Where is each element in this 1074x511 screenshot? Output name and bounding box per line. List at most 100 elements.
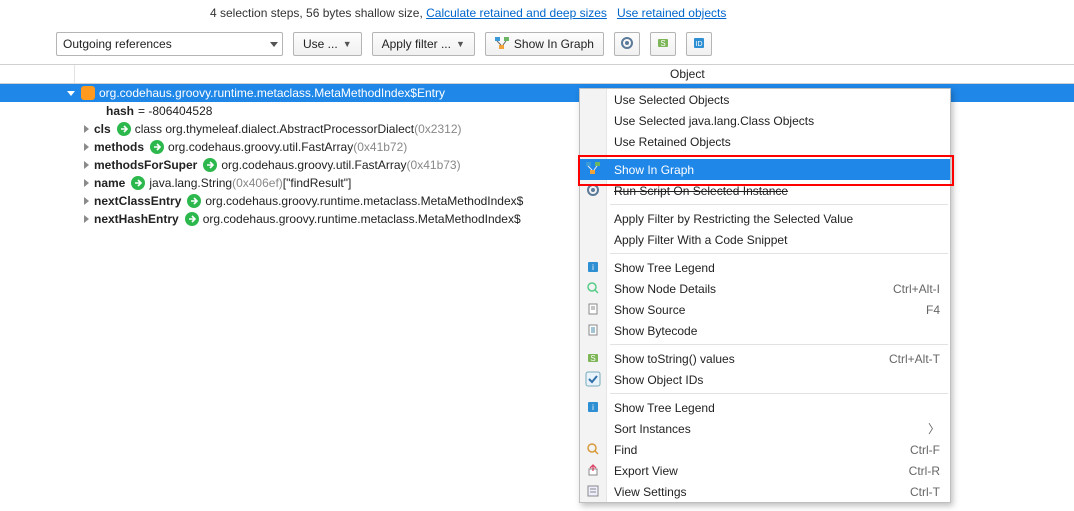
menu-find[interactable]: FindCtrl-F bbox=[580, 439, 950, 460]
menu-run-script[interactable]: Run Script On Selected Instance bbox=[580, 180, 950, 201]
svg-text:i: i bbox=[592, 403, 594, 412]
legend-icon: i bbox=[586, 260, 601, 275]
expand-icon[interactable] bbox=[80, 213, 92, 225]
field-address: (0x2312) bbox=[414, 122, 461, 136]
apply-filter-label: Apply filter ... bbox=[382, 37, 451, 51]
tree-root-label: org.codehaus.groovy.runtime.metaclass.Me… bbox=[99, 86, 445, 100]
menu-show-tree-legend-2[interactable]: i Show Tree Legend bbox=[580, 397, 950, 418]
menu-apply-filter-snippet[interactable]: Apply Filter With a Code Snippet bbox=[580, 229, 950, 250]
object-icon bbox=[81, 86, 95, 100]
menu-show-tree-legend[interactable]: i Show Tree Legend bbox=[580, 257, 950, 278]
find-icon bbox=[586, 442, 601, 457]
object-column-header: Object bbox=[670, 67, 705, 81]
field-name: name bbox=[94, 176, 125, 190]
menu-separator bbox=[610, 393, 948, 394]
expand-icon[interactable] bbox=[80, 159, 92, 171]
menu-use-selected[interactable]: Use Selected Objects bbox=[580, 89, 950, 110]
calc-sizes-link[interactable]: Calculate retained and deep sizes bbox=[426, 6, 607, 20]
tostring-icon: S bbox=[656, 36, 670, 53]
menu-separator bbox=[610, 204, 948, 205]
info-text: 4 selection steps, 56 bytes shallow size… bbox=[210, 6, 426, 20]
source-icon bbox=[586, 302, 601, 317]
reference-combo[interactable]: Outgoing references bbox=[56, 32, 283, 56]
menu-sort-instances[interactable]: Sort Instances〉 bbox=[580, 418, 950, 439]
field-name: methodsForSuper bbox=[94, 158, 197, 172]
use-button-label: Use ... bbox=[303, 37, 338, 51]
tree-header: Object bbox=[0, 64, 1074, 84]
apply-filter-button[interactable]: Apply filter ... ▼ bbox=[372, 32, 475, 56]
objectid-icon-button[interactable]: ID bbox=[686, 32, 712, 56]
toolbar: Outgoing references Use ... ▼ Apply filt… bbox=[0, 30, 1074, 64]
field-extra: ["findResult"] bbox=[283, 176, 352, 190]
field-type: org.codehaus.groovy.runtime.metaclass.Me… bbox=[205, 194, 523, 208]
gear-icon bbox=[620, 36, 634, 53]
field-address: (0x41b72) bbox=[353, 140, 407, 154]
submenu-arrow-icon: 〉 bbox=[928, 420, 940, 437]
field-type: java.lang.String bbox=[149, 176, 232, 190]
menu-separator bbox=[610, 155, 948, 156]
menu-show-tostring[interactable]: S Show toString() valuesCtrl+Alt-T bbox=[580, 348, 950, 369]
svg-text:S: S bbox=[590, 354, 595, 363]
context-menu: Use Selected Objects Use Selected java.l… bbox=[579, 88, 951, 503]
menu-show-node-details[interactable]: Show Node DetailsCtrl+Alt-I bbox=[580, 278, 950, 299]
show-in-graph-label: Show In Graph bbox=[514, 37, 594, 51]
info-header: 4 selection steps, 56 bytes shallow size… bbox=[0, 0, 1074, 30]
tostring-icon: S bbox=[586, 351, 601, 366]
bytecode-icon bbox=[586, 323, 601, 338]
field-type: class org.thymeleaf.dialect.AbstractProc… bbox=[135, 122, 414, 136]
expand-icon[interactable] bbox=[80, 123, 92, 135]
menu-show-object-ids[interactable]: Show Object IDs bbox=[580, 369, 950, 390]
field-name: cls bbox=[94, 122, 111, 136]
menu-export-view[interactable]: Export ViewCtrl-R bbox=[580, 460, 950, 481]
field-name: nextHashEntry bbox=[94, 212, 179, 226]
ref-icon bbox=[117, 122, 131, 136]
expand-icon[interactable] bbox=[80, 141, 92, 153]
search-icon bbox=[586, 281, 601, 296]
ref-icon bbox=[131, 176, 145, 190]
field-name: hash bbox=[106, 104, 134, 118]
svg-text:S: S bbox=[660, 39, 665, 48]
svg-text:i: i bbox=[592, 263, 594, 272]
gear-icon-button[interactable] bbox=[614, 32, 640, 56]
menu-view-settings[interactable]: View SettingsCtrl-T bbox=[580, 481, 950, 502]
use-button[interactable]: Use ... ▼ bbox=[293, 32, 362, 56]
field-address: (0x41b73) bbox=[407, 158, 461, 172]
menu-separator bbox=[610, 253, 948, 254]
column-separator bbox=[74, 65, 75, 83]
menu-use-selected-class[interactable]: Use Selected java.lang.Class Objects bbox=[580, 110, 950, 131]
menu-show-in-graph[interactable]: Show In Graph bbox=[580, 159, 950, 180]
tostring-icon-button[interactable]: S bbox=[650, 32, 676, 56]
id-icon: ID bbox=[692, 36, 706, 53]
ref-icon bbox=[185, 212, 199, 226]
dropdown-arrow-icon: ▼ bbox=[343, 39, 352, 49]
ref-icon bbox=[203, 158, 217, 172]
menu-use-retained[interactable]: Use Retained Objects bbox=[580, 131, 950, 152]
gear-icon bbox=[586, 183, 601, 198]
menu-show-bytecode[interactable]: Show Bytecode bbox=[580, 320, 950, 341]
field-name: methods bbox=[94, 140, 144, 154]
use-retained-link[interactable]: Use retained objects bbox=[617, 6, 726, 20]
settings-icon bbox=[586, 484, 601, 499]
field-address: (0x406ef) bbox=[232, 176, 283, 190]
menu-show-source[interactable]: Show SourceF4 bbox=[580, 299, 950, 320]
show-in-graph-button[interactable]: Show In Graph bbox=[485, 32, 604, 56]
collapse-icon[interactable] bbox=[65, 87, 77, 99]
ref-icon bbox=[187, 194, 201, 208]
chevron-down-icon bbox=[270, 42, 278, 47]
field-value: = -806404528 bbox=[138, 104, 212, 118]
graph-icon bbox=[586, 162, 601, 177]
expand-icon[interactable] bbox=[80, 177, 92, 189]
ref-icon bbox=[150, 140, 164, 154]
legend-icon: i bbox=[586, 400, 601, 415]
field-type: org.codehaus.groovy.util.FastArray bbox=[221, 158, 406, 172]
reference-combo-label: Outgoing references bbox=[63, 37, 172, 51]
field-name: nextClassEntry bbox=[94, 194, 181, 208]
expand-icon[interactable] bbox=[80, 195, 92, 207]
svg-text:ID: ID bbox=[695, 41, 702, 48]
dropdown-arrow-icon: ▼ bbox=[456, 39, 465, 49]
export-icon bbox=[586, 463, 601, 478]
field-type: org.codehaus.groovy.runtime.metaclass.Me… bbox=[203, 212, 521, 226]
menu-separator bbox=[610, 344, 948, 345]
check-icon bbox=[585, 371, 600, 386]
menu-apply-filter-restrict[interactable]: Apply Filter by Restricting the Selected… bbox=[580, 208, 950, 229]
